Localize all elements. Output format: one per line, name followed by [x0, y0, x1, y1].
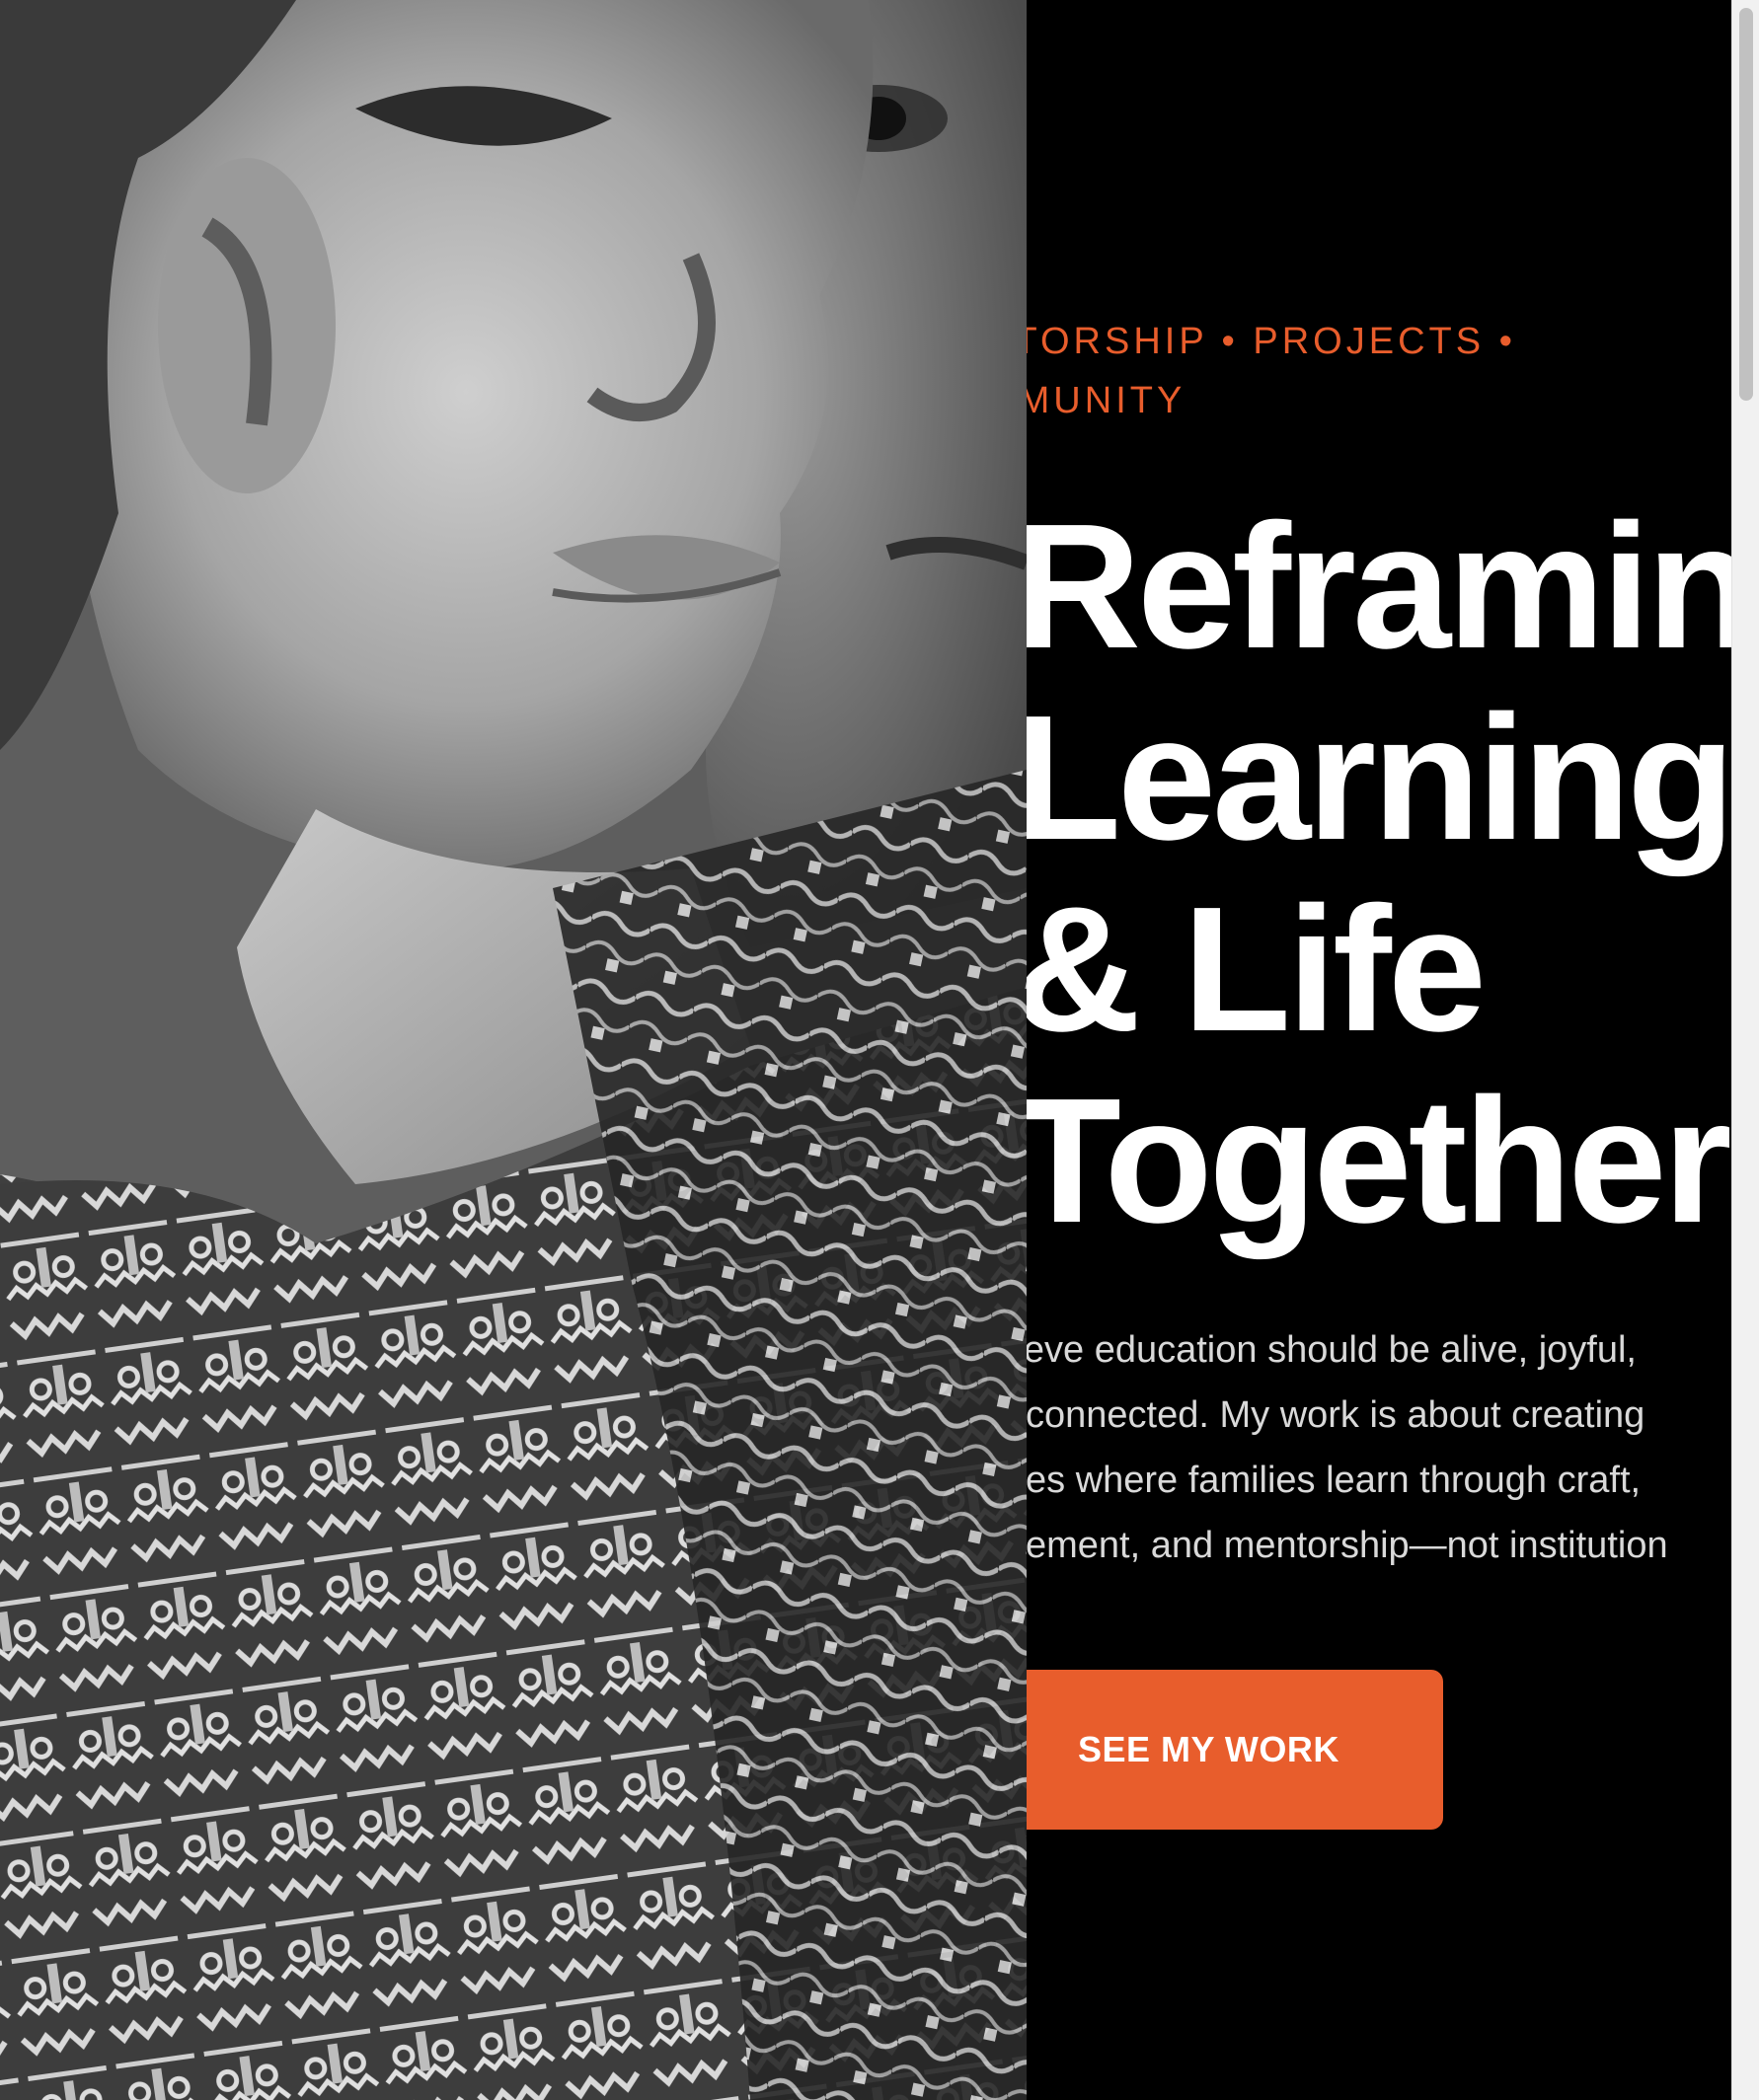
hero-eyebrow: NTORSHIP • PROJECTS • MMUNITY: [1027, 312, 1731, 430]
headline-line-2: Learning: [1027, 679, 1731, 877]
headline-line-4: Together: [1027, 1062, 1731, 1260]
intro-line-3: ces where families learn through craft,: [1027, 1460, 1642, 1501]
intro-line-4: vement, and mentorship—not institution: [1027, 1525, 1668, 1566]
hero-intro-text: lieve education should be alive, joyful,…: [1027, 1317, 1731, 1578]
vertical-scrollbar[interactable]: [1731, 0, 1759, 2100]
eyebrow-line-1: NTORSHIP • PROJECTS •: [1027, 321, 1516, 362]
hero-headline: Reframing Learning & Life Together: [1027, 491, 1731, 1257]
hero-portrait-photo: [0, 0, 1027, 2100]
intro-line-2: l connected. My work is about creating: [1027, 1394, 1645, 1436]
see-my-work-button[interactable]: SEE MY WORK: [1027, 1670, 1443, 1830]
scrollbar-thumb[interactable]: [1739, 8, 1753, 401]
portrait-photo-image: [0, 0, 1027, 2100]
hero-content: NTORSHIP • PROJECTS • MMUNITY Reframing …: [1027, 0, 1731, 2100]
eyebrow-line-2: MMUNITY: [1027, 380, 1186, 421]
headline-line-3: & Life: [1027, 870, 1487, 1069]
page-viewport: NTORSHIP • PROJECTS • MMUNITY Reframing …: [0, 0, 1731, 2100]
headline-line-1: Reframing: [1027, 488, 1731, 686]
intro-line-1: lieve education should be alive, joyful,: [1027, 1329, 1637, 1371]
